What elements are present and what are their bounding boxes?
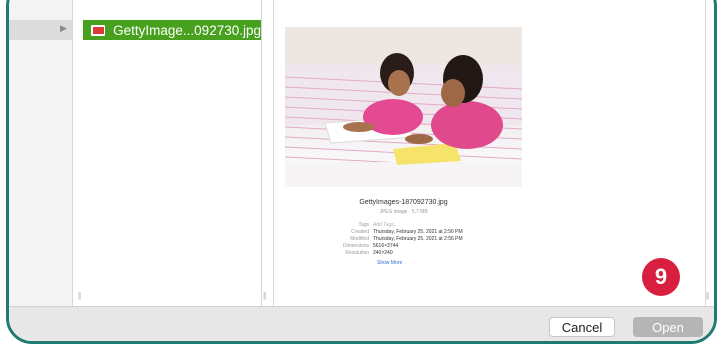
- file-browser: ▶ GettyImage...092730.jpg || || || Getty…: [9, 0, 714, 306]
- metadata-row: Created Thursday, February 25, 2021 at 2…: [285, 229, 522, 236]
- file-row-selected[interactable]: GettyImage...092730.jpg: [83, 20, 261, 40]
- column-resize-icon[interactable]: ||: [78, 291, 81, 300]
- chevron-right-icon: ▶: [60, 23, 67, 33]
- column-divider[interactable]: [705, 0, 706, 306]
- cancel-button[interactable]: Cancel: [549, 317, 615, 337]
- metadata-key: Tags: [358, 222, 369, 228]
- column-resize-icon[interactable]: ||: [706, 291, 709, 300]
- metadata-row: Dimensions 5616×3744: [285, 243, 522, 250]
- column-resize-icon[interactable]: ||: [263, 291, 266, 300]
- metadata-row: Modified Thursday, February 25, 2021 at …: [285, 236, 522, 243]
- file-name-label: GettyImage...092730.jpg: [113, 22, 261, 38]
- column-parent[interactable]: ▶: [9, 0, 72, 306]
- preview-file-name: GettyImages-187092730.jpg: [359, 199, 448, 206]
- metadata-value: Thursday, February 25, 2021 at 2:56 PM: [373, 229, 463, 235]
- metadata-row: Resolution 240×240: [285, 250, 522, 257]
- dialog-footer: Cancel Open: [9, 306, 714, 341]
- show-more-link[interactable]: Show More: [377, 260, 402, 266]
- column-empty: ||: [262, 0, 272, 306]
- column-files[interactable]: GettyImage...092730.jpg ||: [73, 0, 261, 306]
- metadata-key: Dimensions: [342, 243, 369, 249]
- column-divider[interactable]: [273, 0, 274, 306]
- add-tags-link[interactable]: Add Tags...: [373, 222, 398, 229]
- image-preview: [285, 27, 522, 187]
- open-button[interactable]: Open: [633, 317, 703, 337]
- metadata-value: Thursday, February 25, 2021 at 2:56 PM: [373, 236, 463, 242]
- dialog-frame: ▶ GettyImage...092730.jpg || || || Getty…: [6, 0, 717, 344]
- metadata-row: Tags Add Tags...: [285, 222, 522, 229]
- metadata-list: Tags Add Tags... Created Thursday, Febru…: [285, 222, 522, 257]
- metadata-value: 5616×3744: [373, 243, 399, 249]
- metadata-value: 240×240: [373, 250, 393, 256]
- metadata-key: Resolution: [345, 250, 369, 256]
- metadata-key: Created: [351, 229, 369, 235]
- preview-file-kind: JPEG image - 5.7 MB: [379, 209, 428, 215]
- metadata-key: Modified: [350, 236, 369, 242]
- image-file-icon: [91, 24, 106, 36]
- step-number-badge: 9: [642, 258, 680, 296]
